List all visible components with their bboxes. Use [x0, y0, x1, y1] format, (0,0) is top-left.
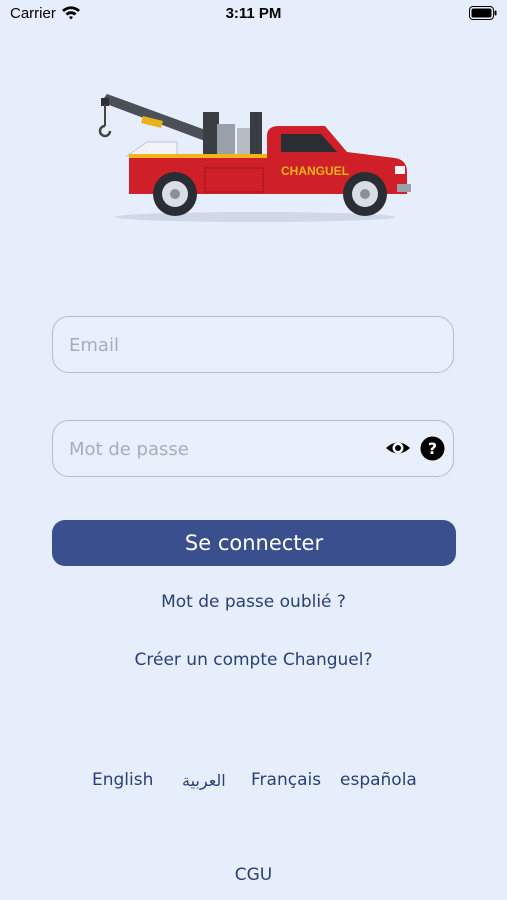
- language-french[interactable]: Français: [251, 770, 321, 790]
- status-bar: Carrier 3:11 PM: [0, 0, 507, 28]
- clock: 3:11 PM: [225, 5, 282, 22]
- help-icon[interactable]: ?: [420, 436, 445, 461]
- terms-link[interactable]: CGU: [0, 865, 507, 885]
- language-spanish[interactable]: española: [340, 770, 417, 790]
- language-arabic[interactable]: العربية: [182, 771, 226, 790]
- login-button[interactable]: Se connecter: [52, 520, 456, 566]
- truck-shadow: [115, 212, 395, 222]
- truck-brand-text: CHANGUEL: [281, 164, 349, 178]
- create-account-link[interactable]: Créer un compte Changuel?: [0, 650, 507, 670]
- battery-icon: [469, 6, 497, 20]
- email-field[interactable]: [52, 316, 454, 373]
- tow-truck-illustration: CHANGUEL: [98, 94, 411, 222]
- forgot-password-link[interactable]: Mot de passe oublié ?: [0, 592, 507, 612]
- svg-text:?: ?: [428, 439, 437, 458]
- password-input[interactable]: [67, 421, 371, 477]
- language-english[interactable]: English: [92, 770, 153, 790]
- password-field[interactable]: ?: [52, 420, 454, 477]
- email-input[interactable]: [67, 317, 371, 373]
- eye-icon[interactable]: [384, 437, 412, 459]
